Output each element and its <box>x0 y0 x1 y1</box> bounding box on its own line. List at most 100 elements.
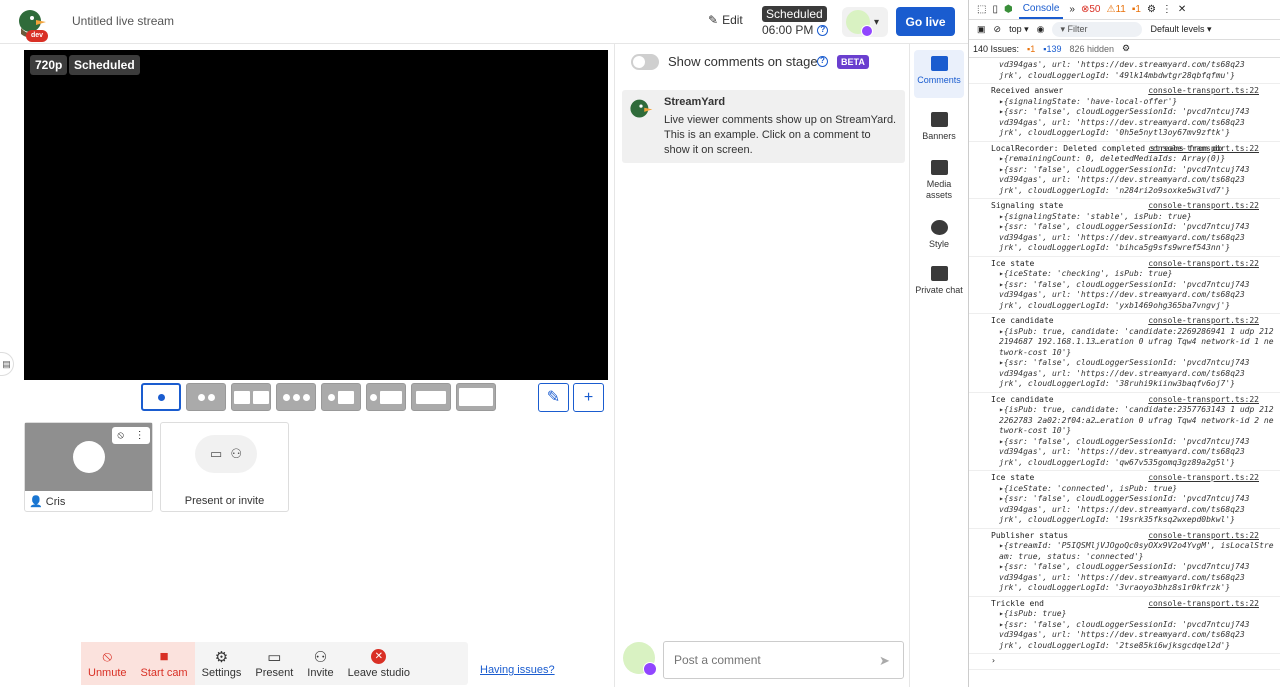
info-count[interactable]: ▪1 <box>1132 4 1141 15</box>
go-live-button[interactable]: Go live <box>896 7 955 36</box>
console-entry[interactable]: Publisher status console-transport.ts:22 ▸… <box>969 529 1280 597</box>
scheduled-time-label: 06:00 PM <box>762 23 814 37</box>
add-layout-button[interactable]: + <box>573 383 604 412</box>
console-source-link[interactable]: console-transport.ts:22 <box>1148 86 1259 97</box>
present-invite-icons: ▭ ⚇ <box>195 435 257 473</box>
console-prompt[interactable]: › <box>969 654 1280 670</box>
console-source-link[interactable]: console-transport.ts:22 <box>1148 599 1259 610</box>
sidebar-icon[interactable]: ▣ <box>977 24 986 35</box>
rail-style[interactable]: Style <box>914 220 964 250</box>
comment-item[interactable]: StreamYard Live viewer comments show up … <box>622 90 905 163</box>
having-issues-link[interactable]: Having issues? <box>480 664 555 676</box>
issues-count-b-label: 139 <box>1046 43 1062 54</box>
console-object: vd394gas', url: 'https://dev.streamyard.… <box>999 504 1245 514</box>
console-source-link[interactable]: console-transport.ts:22 <box>1148 201 1259 212</box>
inspect-icon[interactable]: ⬚ <box>977 4 986 15</box>
tab-console[interactable]: Console <box>1018 0 1064 19</box>
help-icon[interactable]: ? <box>817 56 828 67</box>
present-button[interactable]: ▭ Present <box>248 642 300 685</box>
streamyard-logo[interactable]: dev <box>16 8 48 42</box>
gear-icon[interactable]: ⚙ <box>1147 4 1156 15</box>
extension-icon[interactable]: ⬢ <box>1004 4 1013 15</box>
console-entry[interactable]: Received answer console-transport.ts:22 ▸{… <box>969 84 1280 142</box>
layout-two-wide[interactable] <box>231 383 271 411</box>
warning-count[interactable]: ⚠11 <box>1106 4 1125 15</box>
error-count[interactable]: ⊗50 <box>1081 4 1101 15</box>
console-entry[interactable]: vd394gas', url: 'https://dev.streamyard.… <box>969 58 1280 84</box>
layout-fullscreen[interactable] <box>456 383 496 411</box>
send-icon[interactable]: ➤ <box>879 653 890 669</box>
console-object: vd394gas', url: 'https://dev.streamyard.… <box>999 175 1245 184</box>
console-object: jrk', cloudLoggerLogId: '38ruhi9kiinw3ba… <box>999 379 1236 388</box>
close-icon[interactable]: ✕ <box>1178 4 1186 15</box>
info-count-label: 1 <box>1135 4 1141 15</box>
rail-comments[interactable]: Comments <box>914 50 964 98</box>
console-entry[interactable]: LocalRecorder: Deleted completed streams… <box>969 142 1280 199</box>
console-log[interactable]: vd394gas', url: 'https://dev.streamyard.… <box>969 58 1280 687</box>
participant-controls: ⦸ ⋮ <box>112 427 150 444</box>
console-entry[interactable]: Signaling state console-transport.ts:22 ▸{… <box>969 199 1280 257</box>
edit-layout-button[interactable]: ✎ <box>538 383 569 412</box>
mic-muted-icon[interactable]: ⦸ <box>117 430 124 441</box>
edit-button[interactable]: ✎ Edit <box>708 13 743 27</box>
layout-solo[interactable] <box>141 383 181 411</box>
layout-thin[interactable] <box>411 383 451 411</box>
rail-media-assets[interactable]: Media assets <box>914 160 964 201</box>
console-object: jrk', cloudLoggerLogId: 'bihca5g9sfs9wre… <box>999 243 1231 252</box>
devtools-panel: ⬚ ▯ ⬢ Console » ⊗50 ⚠11 ▪1 ⚙ ⋮ ✕ ▣ ⊘ top… <box>968 0 1280 687</box>
layout-group[interactable] <box>276 383 316 411</box>
console-entry[interactable]: Ice candidate console-transport.ts:22 ▸{is… <box>969 314 1280 393</box>
console-toolbar: ▣ ⊘ top ▾ ◉ ▾ Filter Default levels ▾ <box>969 20 1280 40</box>
eye-icon[interactable]: ◉ <box>1037 24 1045 35</box>
stream-title[interactable]: Untitled live stream <box>72 14 174 28</box>
help-icon[interactable]: ? <box>817 24 829 36</box>
filter-input[interactable]: ▾ Filter <box>1052 22 1143 37</box>
palette-icon <box>930 220 948 235</box>
gear-icon[interactable]: ⚙ <box>1122 43 1130 54</box>
more-options-icon[interactable]: ⋮ <box>135 430 145 441</box>
console-source-link[interactable]: console-transport.ts:22 <box>1148 395 1259 406</box>
clear-icon[interactable]: ⊘ <box>994 24 1002 35</box>
present-label: Present <box>255 667 294 679</box>
device-toolbar-icon[interactable]: ▯ <box>992 4 998 15</box>
console-entry[interactable]: Ice state console-transport.ts:22 ▸{iceSta… <box>969 471 1280 529</box>
context-select[interactable]: top ▾ <box>1009 24 1029 35</box>
console-entry[interactable]: Trickle end console-transport.ts:22 ▸{isPu… <box>969 597 1280 654</box>
present-or-invite-tile[interactable]: ▭ ⚇ Present or invite <box>160 422 289 512</box>
start-cam-button[interactable]: ■ Start cam <box>133 642 195 685</box>
studio-header: dev Untitled live stream ✎ Edit Schedule… <box>0 0 968 44</box>
more-tabs-icon[interactable]: » <box>1069 4 1075 15</box>
console-source-link[interactable]: console-transport.ts:22 <box>1148 473 1259 484</box>
participant-tile[interactable]: ⦸ ⋮ 👤 Cris <box>24 422 153 512</box>
layout-leader[interactable] <box>321 383 361 411</box>
console-source-link[interactable]: console-transport.ts:22 <box>1148 316 1259 327</box>
console-entry[interactable]: Ice state console-transport.ts:22 ▸{iceSta… <box>969 257 1280 314</box>
console-object: vd394gas', url: 'https://dev.streamyard.… <box>999 630 1245 639</box>
more-options-icon[interactable]: ⋮ <box>1162 4 1172 15</box>
camera-off-icon: ■ <box>159 648 169 665</box>
levels-select[interactable]: Default levels ▾ <box>1150 24 1211 35</box>
leave-studio-button[interactable]: ✕ Leave studio <box>341 642 417 685</box>
sidebar-toggle-icon[interactable]: ▤ <box>0 352 14 376</box>
console-source-link[interactable]: console-transport.ts:22 <box>1148 259 1259 270</box>
issues-count-b[interactable]: ▪139 <box>1043 44 1061 54</box>
unmute-button[interactable]: ⦸ Unmute <box>81 642 134 685</box>
console-entry[interactable]: Ice candidate console-transport.ts:22 ▸{is… <box>969 393 1280 471</box>
layout-news[interactable] <box>366 383 406 411</box>
chevron-down-icon: ▾ <box>874 16 880 28</box>
issues-count-a[interactable]: ▪1 <box>1027 44 1035 54</box>
console-source-link[interactable]: console-transport.ts:22 <box>1148 531 1259 542</box>
show-comments-toggle[interactable] <box>631 54 659 70</box>
layout-selector <box>141 383 496 411</box>
comment-input[interactable] <box>663 641 904 679</box>
console-source-link[interactable]: console-transport.ts:22 <box>1148 144 1259 155</box>
layout-two-split[interactable] <box>186 383 226 411</box>
settings-button[interactable]: ⚙ Settings <box>195 642 249 685</box>
rail-banners[interactable]: Banners <box>914 112 964 142</box>
rail-private-chat[interactable]: Private chat <box>914 266 964 296</box>
status-badge: Scheduled <box>69 55 140 75</box>
destination-switcher[interactable]: ▾ <box>842 7 888 37</box>
invite-button[interactable]: ⚇ Invite <box>300 642 340 685</box>
rail-private-chat-label: Private chat <box>915 285 963 295</box>
stage-preview[interactable]: 720p Scheduled <box>24 50 608 380</box>
